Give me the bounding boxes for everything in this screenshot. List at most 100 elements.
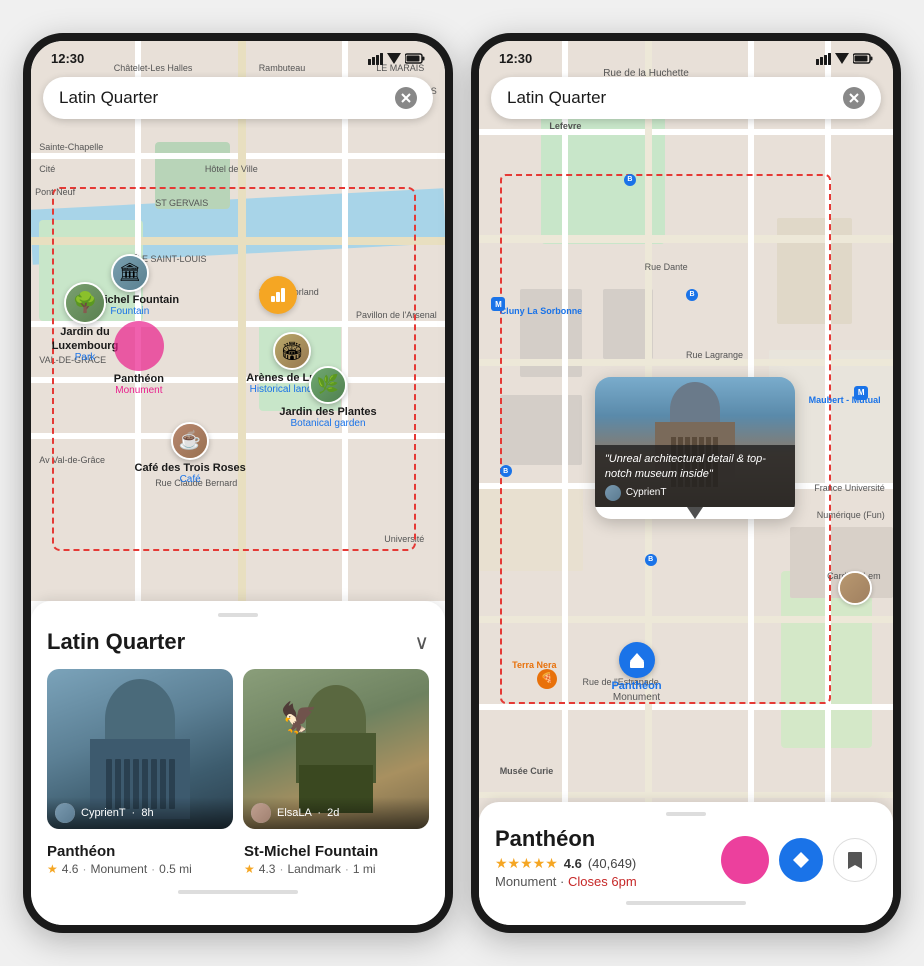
- type-pantheon: Monument: [90, 862, 147, 876]
- signal-icon-2: [816, 53, 831, 65]
- panel-title-1: Latin Quarter: [47, 629, 185, 655]
- status-icons-2: [816, 53, 873, 65]
- search-text-1: Latin Quarter: [59, 88, 395, 108]
- map-pin-cafe[interactable]: ☕ Café des Trois Roses Café: [135, 422, 246, 485]
- ml-museecurie: Musée Curie: [500, 766, 554, 776]
- pin-label-jardins: Jardin des Plantes: [279, 406, 376, 418]
- place-meta-pantheon: ★ 4.6 · Monument · 0.5 mi: [47, 862, 232, 876]
- screen-container: 12:30: [3, 13, 921, 953]
- place-list-1: Panthéon ★ 4.6 · Monument · 0.5 mi St-Mi…: [47, 843, 429, 876]
- info-meta: Monument · Closes 6pm: [495, 874, 637, 889]
- quote-author: CyprienT: [605, 485, 785, 501]
- info-text: Panthéon ★★★★★ 4.6 (40,649) Monument · C…: [495, 826, 637, 889]
- pin-sub-jardinlux: Park: [75, 352, 96, 363]
- terra-nera-icon: 🍕: [537, 669, 557, 689]
- map-pin-orange[interactable]: [259, 276, 297, 314]
- info-type: Monument: [495, 874, 556, 889]
- bus-2[interactable]: B: [686, 289, 698, 301]
- search-bar-2[interactable]: Latin Quarter: [491, 77, 881, 119]
- info-rating: ★★★★★ 4.6 (40,649): [495, 855, 637, 872]
- status-time-1: 12:30: [51, 51, 84, 66]
- search-clear-1[interactable]: [395, 87, 417, 109]
- info-name: Panthéon: [495, 826, 637, 852]
- map-pin-pantheon2[interactable]: Panthéon Monument: [611, 642, 661, 703]
- photo-avatar-1: [55, 803, 75, 823]
- star-fountain: ★: [244, 862, 255, 876]
- photo-credit-2: ElsaLA · 2d: [277, 807, 339, 819]
- map-area-1[interactable]: Châtelet-Les Halles Rambuteau LE MARAIS …: [31, 41, 445, 601]
- panel-header-1: Latin Quarter ∨: [47, 629, 429, 655]
- panel-chevron-1[interactable]: ∨: [414, 630, 429, 655]
- pin-label-cafe: Café des Trois Roses: [135, 462, 246, 474]
- home-indicator-1: [178, 890, 298, 894]
- pantheon-pin-circle: [619, 642, 655, 678]
- wifi-icon-2: [835, 53, 849, 64]
- pin-sub-cafe: Café: [180, 474, 201, 485]
- directions-button[interactable]: [779, 838, 823, 882]
- status-time-2: 12:30: [499, 51, 532, 66]
- photo-overlay-fountain: ElsaLA · 2d: [243, 797, 429, 829]
- home-indicator-2: [626, 901, 746, 905]
- info-panel: Panthéon ★★★★★ 4.6 (40,649) Monument · C…: [479, 802, 893, 925]
- photo-card-pantheon[interactable]: CyprienT · 8h: [47, 669, 233, 829]
- map-label-sainte: Sainte-Chapelle: [39, 142, 103, 152]
- bus-4[interactable]: B: [500, 465, 512, 477]
- phone-2: 12:30: [471, 33, 901, 933]
- place-name-fountain: St-Michel Fountain: [244, 843, 429, 860]
- place-item-fountain[interactable]: St-Michel Fountain ★ 4.3 · Landmark · 1 …: [244, 843, 429, 876]
- chart-icon: [269, 286, 287, 304]
- search-text-2: Latin Quarter: [507, 88, 843, 108]
- battery-icon-1: [405, 53, 425, 64]
- panel-handle-1: [218, 613, 258, 617]
- pin-label-pantheon2: Panthéon: [611, 680, 661, 692]
- info-closes: Closes 6pm: [568, 874, 637, 889]
- bus-1[interactable]: B: [624, 174, 636, 186]
- card-quote: "Unreal architectural detail & top-notch…: [595, 445, 795, 507]
- metro-maubert[interactable]: M: [854, 386, 868, 400]
- map-pin-jardins[interactable]: 🌿 Jardin des Plantes Botanical garden: [279, 366, 376, 429]
- status-bar-2: 12:30: [479, 41, 893, 70]
- map-pin-jardinlux[interactable]: 🌳 Jardin du Luxembourg Park: [52, 282, 119, 363]
- pin-sub-pantheon1: Monument: [115, 385, 162, 396]
- info-handle: [666, 812, 706, 816]
- search-bar-1[interactable]: Latin Quarter: [43, 77, 433, 119]
- bus-5[interactable]: B: [645, 554, 657, 566]
- map-label-valgrace2: Av Val-de-Grâce: [39, 455, 105, 465]
- info-actions: [721, 836, 877, 884]
- card-tail: [687, 507, 703, 519]
- status-icons-1: [368, 53, 425, 65]
- map-label-pontneuf: Pont Neuf: [35, 187, 75, 197]
- photo-card-fountain[interactable]: 🦅 ElsaLA · 2d: [243, 669, 429, 829]
- pin-label-jardinlux: Jardin du: [60, 326, 110, 338]
- map-bg-2[interactable]: Rue de la Huchette Square André Lefevre …: [479, 41, 893, 925]
- metro-cluny[interactable]: M: [491, 297, 505, 311]
- battery-icon-2: [853, 53, 873, 64]
- save-button[interactable]: [833, 838, 877, 882]
- card-image: "Unreal architectural detail & top-notch…: [595, 377, 795, 507]
- rating-fountain: 4.3: [259, 862, 276, 876]
- pin-label-jardinlux2: Luxembourg: [52, 340, 119, 352]
- pantheon-pin-icon: [628, 651, 646, 669]
- terra-nera-pin[interactable]: 🍕: [537, 669, 557, 689]
- action-blob: [721, 836, 769, 884]
- save-icon: [846, 850, 864, 870]
- bottom-panel-1: Latin Quarter ∨: [31, 601, 445, 925]
- quote-text: "Unreal architectural detail & top-notch…: [605, 452, 785, 481]
- info-stars: ★★★★★: [495, 855, 558, 872]
- rating-pantheon: 4.6: [62, 862, 79, 876]
- map-pin-pantheon1[interactable]: Panthéon Monument: [114, 321, 164, 396]
- status-bar-1: 12:30: [31, 41, 445, 70]
- wifi-icon-1: [387, 53, 401, 64]
- phone-1: 12:30: [23, 33, 453, 933]
- map-label-arsenal: Pavillon de l'Arsenal: [356, 310, 437, 320]
- info-rating-num: 4.6: [564, 856, 582, 871]
- clear-icon-1: [400, 92, 412, 104]
- photo-overlay-pantheon: CyprienT · 8h: [47, 797, 233, 829]
- place-meta-fountain: ★ 4.3 · Landmark · 1 mi: [244, 862, 429, 876]
- search-clear-2[interactable]: [843, 87, 865, 109]
- place-item-pantheon[interactable]: Panthéon ★ 4.6 · Monument · 0.5 mi: [47, 843, 232, 876]
- directions-icon: [791, 850, 811, 870]
- signal-icon-1: [368, 53, 383, 65]
- pantheon-popup-card[interactable]: "Unreal architectural detail & top-notch…: [595, 377, 795, 519]
- clear-icon-2: [848, 92, 860, 104]
